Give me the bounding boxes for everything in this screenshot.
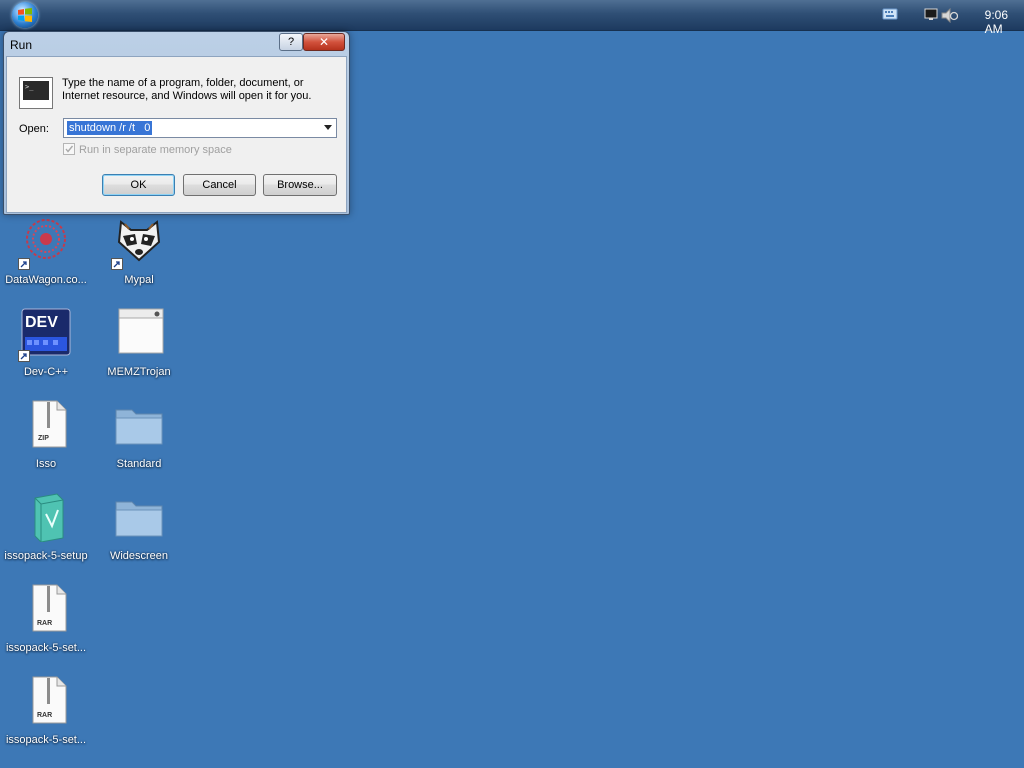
desktop-icon-label: Mypal (124, 274, 154, 286)
desktop-icon-label: Widescreen (109, 550, 169, 562)
memory-space-label: Run in separate memory space (79, 144, 232, 156)
desktop-icon-label: issopack-5-setup (4, 550, 88, 562)
window-app-icon (118, 308, 163, 354)
rar-badge: RAR (37, 620, 53, 627)
desktop-icon-devcpp[interactable]: DEV Dev-C++ (0, 308, 92, 378)
desktop-icon-mypal[interactable]: Mypal (93, 216, 185, 286)
desktop-icon-label: issopack-5-set... (5, 734, 87, 746)
windows-logo-icon (18, 8, 32, 22)
desktop-icon-label: MEMZTrojan (107, 366, 171, 378)
datawagon-icon (26, 219, 66, 259)
memory-space-option: Run in separate memory space (63, 143, 232, 156)
desktop-icon-issopack-rar-1[interactable]: RAR issopack-5-set... (0, 584, 92, 654)
desktop-icon-label: Dev-C++ (23, 366, 69, 378)
raccoon-icon (117, 220, 161, 262)
taskbar: 9:06 AM (0, 0, 1024, 36)
desktop-icon-label: issopack-5-set... (5, 642, 87, 654)
keyboard-icon[interactable] (882, 8, 898, 20)
installer-icon (34, 493, 64, 543)
desktop-icon-label: Isso (35, 458, 57, 470)
folder-icon (115, 501, 163, 537)
desktop-icon-widescreen[interactable]: Widescreen (93, 492, 185, 562)
zip-badge: ZIP (38, 435, 49, 442)
cancel-button[interactable]: Cancel (183, 174, 256, 196)
clock[interactable]: 9:06 AM (985, 8, 1008, 36)
desktop-icon-datawagon[interactable]: DataWagon.co... (0, 216, 92, 286)
close-button[interactable]: ✕ (303, 33, 345, 51)
help-button[interactable]: ? (279, 33, 303, 51)
shortcut-arrow-icon (18, 350, 30, 362)
shortcut-arrow-icon (111, 258, 123, 270)
open-label: Open: (19, 123, 49, 135)
dialog-title: Run (10, 38, 33, 52)
desktop-icon-isso[interactable]: ZIP Isso (0, 400, 92, 470)
checkmark-icon (65, 145, 74, 153)
desktop-icon-issopack-setup[interactable]: issopack-5-setup (0, 492, 92, 562)
run-description: Type the name of a program, folder, docu… (62, 77, 312, 102)
devcpp-badge: DEV (25, 314, 58, 331)
run-dialog: Run ? ✕ >_ Type the name of a program, f… (3, 31, 350, 215)
shortcut-arrow-icon (18, 258, 30, 270)
rar-badge: RAR (37, 712, 53, 719)
ok-button[interactable]: OK (102, 174, 175, 196)
speaker-icon[interactable] (940, 8, 958, 23)
monitor-icon[interactable] (924, 8, 940, 21)
desktop-icon-issopack-rar-2[interactable]: RAR issopack-5-set... (0, 676, 92, 746)
desktop-icon-label: DataWagon.co... (5, 274, 87, 286)
open-input-value[interactable]: shutdown /r /t 0 (67, 121, 153, 135)
zip-file-icon (32, 400, 67, 448)
desktop-icon-standard[interactable]: Standard (93, 400, 185, 470)
desktop-icon-memztrojan[interactable]: MEMZTrojan (93, 308, 185, 378)
memory-space-checkbox (63, 143, 75, 155)
folder-icon (115, 409, 163, 445)
open-combobox[interactable]: shutdown /r /t 0 (63, 118, 337, 138)
desktop-icon-label: Standard (116, 458, 162, 470)
run-program-icon: >_ (19, 77, 53, 109)
start-button[interactable] (12, 2, 38, 28)
chevron-down-icon[interactable] (324, 125, 332, 130)
browse-button[interactable]: Browse... (263, 174, 337, 196)
dialog-body: >_ Type the name of a program, folder, d… (6, 56, 347, 213)
